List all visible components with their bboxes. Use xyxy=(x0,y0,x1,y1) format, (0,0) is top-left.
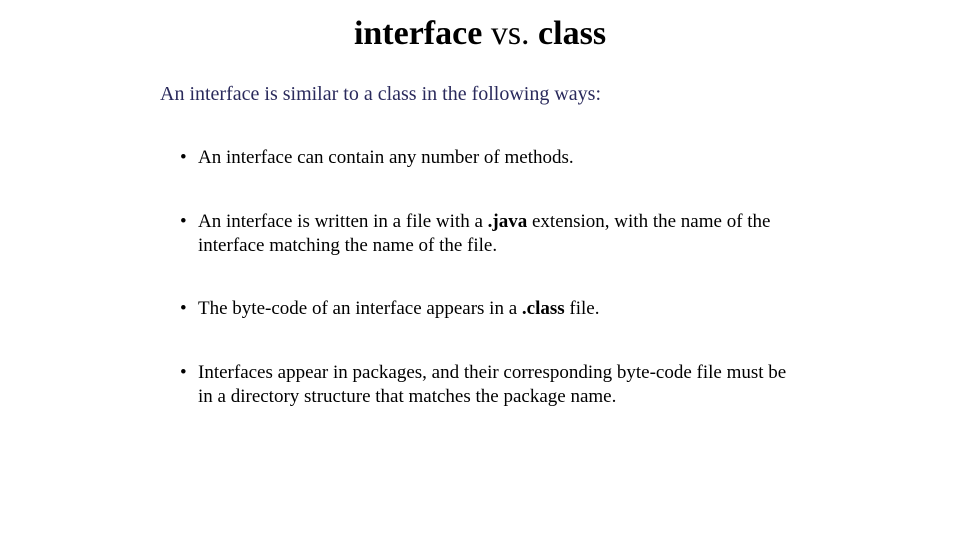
bullet-list: An interface can contain any number of m… xyxy=(160,146,800,409)
list-item: An interface can contain any number of m… xyxy=(180,146,800,170)
bullet-text-pre: The byte-code of an interface appears in… xyxy=(198,298,522,319)
bullet-text: An interface can contain any number of m… xyxy=(198,147,574,168)
class-extension-bold: .class xyxy=(522,298,565,319)
bullet-text-pre: An interface is written in a file with a xyxy=(198,211,488,232)
slide-title: interface vs. class xyxy=(160,15,800,53)
intro-text: An interface is similar to a class in th… xyxy=(160,83,800,106)
list-item: An interface is written in a file with a… xyxy=(180,210,800,258)
title-keyword-interface: interface xyxy=(354,15,482,52)
bullet-text-post: file. xyxy=(565,298,600,319)
title-separator: vs. xyxy=(482,15,538,52)
java-extension-bold: .java xyxy=(488,211,528,232)
list-item: Interfaces appear in packages, and their… xyxy=(180,361,800,409)
bullet-text: Interfaces appear in packages, and their… xyxy=(198,362,786,407)
title-keyword-class: class xyxy=(538,15,606,52)
list-item: The byte-code of an interface appears in… xyxy=(180,297,800,321)
